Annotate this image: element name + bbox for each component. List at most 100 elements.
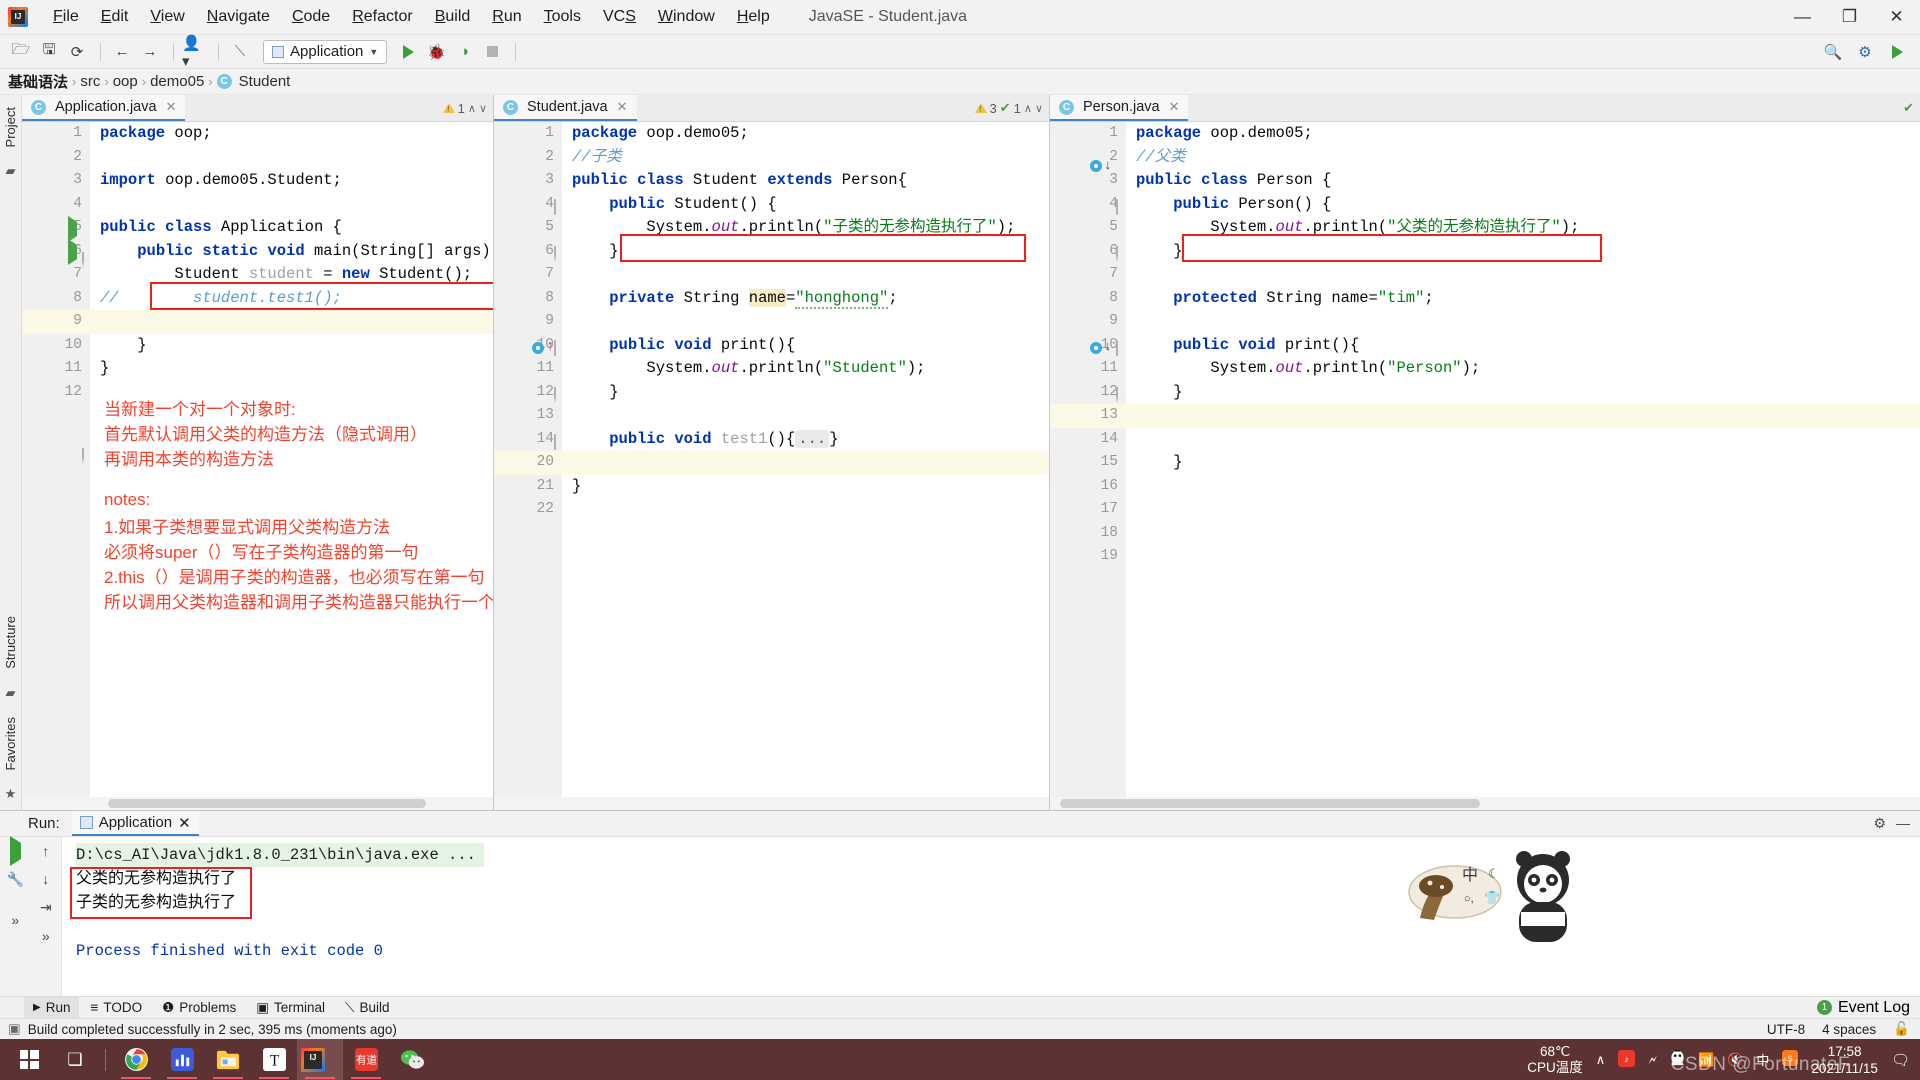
intellij-idea-icon[interactable] — [297, 1039, 343, 1080]
rerun-up-icon[interactable]: ↑ — [42, 843, 49, 859]
bottom-tab-todo[interactable]: ≡ TODO — [81, 997, 151, 1018]
task-view-icon[interactable]: ❏ — [52, 1039, 98, 1080]
close-icon[interactable]: ✕ — [166, 99, 177, 115]
horizontal-scrollbar-1[interactable] — [22, 797, 493, 810]
prev-problem-icon[interactable]: ∧ — [468, 102, 476, 115]
windows-start-icon[interactable] — [6, 1039, 52, 1080]
wrench-icon[interactable]: 🔧 — [7, 871, 24, 888]
event-log-group[interactable]: 1 Event Log — [1816, 999, 1920, 1017]
tool-window-project[interactable]: Project — [1, 99, 20, 155]
run-button[interactable] — [395, 39, 421, 65]
warning-count[interactable]: 3 — [974, 101, 997, 116]
check-count[interactable]: ✔ 1 — [1000, 100, 1021, 116]
menu-tools[interactable]: Tools — [533, 4, 592, 30]
run-tab-application[interactable]: Application ✕ — [71, 811, 199, 836]
menu-edit[interactable]: Edit — [90, 4, 140, 30]
typora-icon[interactable]: T — [251, 1039, 297, 1080]
chevron-up-icon[interactable]: ∧ — [1596, 1052, 1606, 1068]
override-class-gutter-icon[interactable] — [1090, 160, 1102, 176]
menu-file[interactable]: File — [42, 4, 90, 30]
fold-handle-icon[interactable] — [82, 252, 84, 268]
file-explorer-icon[interactable] — [205, 1039, 251, 1080]
code-text-3[interactable]: package oop.demo05; //父类 public class Pe… — [1126, 122, 1920, 810]
next-problem-icon[interactable]: ∨ — [1035, 102, 1043, 115]
close-button[interactable]: ✕ — [1873, 0, 1920, 34]
bottom-tab-problems[interactable]: ❶ Problems — [153, 997, 245, 1018]
breadcrumb-item-oop[interactable]: oop — [113, 73, 138, 90]
fold-handle-icon[interactable] — [554, 199, 556, 215]
code-canvas-2[interactable]: 1 2 3 4 5 6 7 8 9 10 11 12 13 14 20 21 2… — [494, 122, 1049, 810]
fold-handle-icon[interactable] — [554, 340, 556, 356]
battery-icon[interactable]: 🗲 — [1648, 1052, 1657, 1068]
ime-chinese-icon[interactable]: 中 — [1756, 1050, 1769, 1069]
expand-icon[interactable]: » — [11, 912, 19, 928]
tool-window-structure[interactable]: Structure — [1, 608, 20, 677]
breadcrumb-item-student[interactable]: Student — [239, 73, 291, 90]
bottom-tab-terminal[interactable]: ▣ Terminal — [247, 997, 334, 1018]
unlock-icon[interactable]: 🔓 — [1893, 1021, 1910, 1037]
build-hammer-icon[interactable]: ⟍ — [227, 39, 253, 65]
run-class-gutter-icon[interactable] — [68, 216, 77, 242]
horizontal-scrollbar-2[interactable] — [494, 797, 1049, 810]
prev-problem-icon[interactable]: ∧ — [1024, 102, 1032, 115]
menu-refactor[interactable]: Refactor — [341, 4, 423, 30]
close-icon[interactable]: ✕ — [178, 814, 191, 832]
profile-icon[interactable]: 👤▾ — [182, 35, 208, 70]
console-output[interactable]: D:\cs_AI\Java\jdk1.8.0_231\bin\java.exe … — [62, 837, 1920, 996]
override-method-gutter-icon[interactable] — [532, 342, 544, 358]
search-icon[interactable]: 🔍 — [1820, 39, 1846, 65]
fold-handle-icon[interactable] — [554, 246, 556, 262]
structure-icon[interactable]: ▰ — [6, 685, 16, 701]
sogou-icon[interactable]: S — [1782, 1050, 1799, 1069]
scroll-down-icon[interactable]: ↓ — [42, 871, 49, 887]
line-number-gutter-2[interactable]: 1 2 3 4 5 6 7 8 9 10 11 12 13 14 20 21 2… — [494, 122, 562, 810]
menu-vcs[interactable]: VCS — [592, 4, 647, 30]
fold-handle-icon[interactable] — [554, 434, 556, 450]
fold-handle-icon[interactable] — [1116, 199, 1118, 215]
settings-gear-icon[interactable]: ⚙ — [1852, 39, 1878, 65]
forward-arrow-icon[interactable]: → — [137, 39, 163, 65]
fold-handle-icon[interactable] — [82, 448, 84, 464]
notification-center-icon[interactable]: 🗨 — [1891, 1051, 1910, 1069]
check-icon[interactable]: ✔ — [1903, 100, 1914, 116]
menu-help[interactable]: Help — [726, 4, 781, 30]
folder-icon[interactable]: ▰ — [6, 163, 16, 179]
save-icon[interactable]: 🖫 — [36, 39, 62, 65]
chrome-icon[interactable] — [113, 1039, 159, 1080]
gear-icon[interactable]: ⚙ — [1873, 815, 1886, 832]
code-canvas-3[interactable]: 1 2 3 4 5 6 7 8 9 10 11 12 13 14 15 16 1… — [1050, 122, 1920, 810]
fold-handle-icon[interactable] — [1116, 340, 1118, 356]
soft-wrap-icon[interactable]: ⇥ — [40, 899, 52, 916]
code-text-1[interactable]: package oop; import oop.demo05.Student; … — [90, 122, 493, 810]
horizontal-scrollbar-3[interactable] — [1050, 797, 1920, 810]
qq-music-icon[interactable]: ♪ — [1618, 1049, 1636, 1070]
menu-view[interactable]: View — [139, 4, 195, 30]
back-arrow-icon[interactable]: ← — [109, 39, 135, 65]
bottom-tab-run[interactable]: ▶ Run — [24, 997, 80, 1018]
run-icon[interactable] — [9, 836, 21, 866]
taskbar-clock[interactable]: 17:58 2021/11/15 — [1811, 1043, 1878, 1077]
tool-window-favorites[interactable]: Favorites — [1, 709, 20, 778]
wechat-icon[interactable] — [389, 1039, 435, 1080]
stop-button[interactable] — [479, 39, 505, 65]
run-anything-icon[interactable] — [1884, 39, 1910, 65]
youdao-icon[interactable]: 有道 — [343, 1039, 389, 1080]
qq-icon[interactable] — [1670, 1048, 1685, 1070]
encoding-label[interactable]: UTF-8 — [1767, 1022, 1805, 1037]
sync-icon[interactable]: ⟳ — [64, 39, 90, 65]
run-coverage-icon[interactable]: ◑ — [451, 39, 477, 65]
debug-icon[interactable]: 🐞 — [423, 39, 449, 65]
breadcrumb-item-src[interactable]: src — [80, 73, 100, 90]
override-method-gutter-icon[interactable] — [1090, 342, 1102, 358]
menu-code[interactable]: Code — [281, 4, 341, 30]
maximize-button[interactable]: ❐ — [1826, 0, 1873, 34]
expand-icon-2[interactable]: » — [42, 928, 50, 944]
line-number-gutter-3[interactable]: 1 2 3 4 5 6 7 8 9 10 11 12 13 14 15 16 1… — [1050, 122, 1126, 810]
fold-handle-icon[interactable] — [1116, 387, 1118, 403]
volume-muted-icon[interactable]: 🔇 — [1727, 1052, 1743, 1068]
fold-handle-icon[interactable] — [554, 387, 556, 403]
minimize-button[interactable]: — — [1779, 0, 1826, 34]
tab-person-java[interactable]: C Person.java ✕ — [1050, 95, 1189, 121]
tab-application-java[interactable]: C Application.java ✕ — [22, 95, 186, 121]
tab-student-java[interactable]: C Student.java ✕ — [494, 95, 637, 121]
